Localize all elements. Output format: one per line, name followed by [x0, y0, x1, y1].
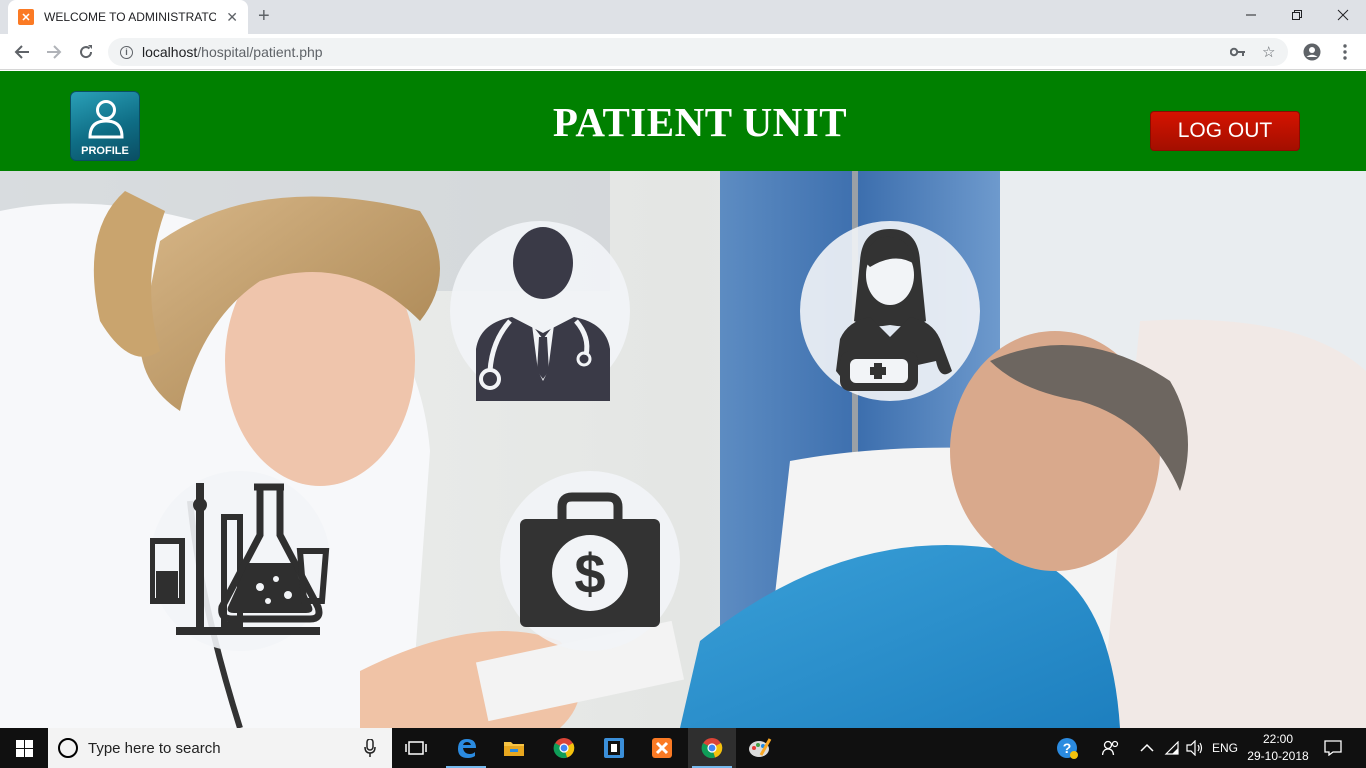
url-path: /hospital/patient.php [197, 44, 323, 60]
browser-toolbar: i localhost/hospital/patient.php ☆ [0, 34, 1366, 70]
search-placeholder: Type here to search [88, 739, 221, 757]
svg-text:$: $ [574, 542, 605, 605]
browser-tab[interactable]: ✕ WELCOME TO ADMINISTRATOR U ✕ [8, 0, 248, 34]
people-icon[interactable] [1102, 728, 1120, 768]
paint-icon[interactable] [736, 728, 784, 768]
account-icon[interactable] [1300, 40, 1324, 64]
taskbar-clock[interactable]: 22:00 29-10-2018 [1244, 731, 1312, 765]
chrome-active-icon[interactable] [688, 728, 736, 768]
url-host: localhost [142, 44, 198, 60]
edge-icon[interactable] [442, 728, 490, 768]
tray-overflow-chevron-icon[interactable] [1140, 728, 1154, 768]
close-window-icon[interactable] [1320, 0, 1366, 30]
reload-icon[interactable] [74, 40, 98, 64]
network-icon[interactable] [1164, 728, 1180, 768]
chrome-icon[interactable] [540, 728, 588, 768]
billing-icon: $ [520, 492, 660, 627]
address-bar[interactable]: i localhost/hospital/patient.php ☆ [108, 38, 1288, 66]
restore-icon[interactable] [1274, 0, 1320, 30]
help-icon[interactable]: ? [1056, 728, 1078, 768]
key-icon[interactable] [1230, 38, 1246, 66]
nurse-icon [836, 229, 952, 391]
page-header: PROFILE PATIENT UNIT LOG OUT [0, 71, 1366, 171]
bookmark-star-icon[interactable]: ☆ [1262, 38, 1275, 66]
new-tab-icon[interactable]: + [258, 5, 270, 28]
cortana-icon [58, 738, 78, 758]
volume-icon[interactable] [1186, 728, 1204, 768]
xampp-icon[interactable] [638, 728, 686, 768]
taskbar-search-input[interactable]: Type here to search [48, 728, 392, 768]
task-view-icon[interactable] [392, 728, 440, 768]
laboratory-tile[interactable] [150, 471, 330, 651]
laboratory-icon [150, 483, 330, 635]
svg-text:?: ? [1063, 740, 1072, 756]
doctor-tile[interactable] [450, 221, 630, 401]
clock-time: 22:00 [1262, 732, 1294, 746]
hero-background-image: $ [0, 171, 1366, 728]
windows-start-icon[interactable] [0, 728, 48, 768]
file-explorer-icon[interactable] [490, 728, 538, 768]
nurse-tile[interactable] [800, 221, 980, 401]
doctor-icon [476, 227, 610, 401]
tab-close-icon[interactable]: ✕ [226, 9, 238, 26]
clock-date: 29-10-2018 [1247, 749, 1309, 763]
profile-label: PROFILE [81, 145, 129, 157]
back-icon[interactable] [10, 40, 34, 64]
info-icon[interactable]: i [120, 45, 133, 59]
xampp-favicon-icon: ✕ [18, 9, 34, 25]
microphone-icon[interactable] [364, 738, 376, 762]
browser-tabbar: ✕ WELCOME TO ADMINISTRATOR U ✕ + [0, 0, 1366, 34]
minimize-icon[interactable] [1228, 0, 1274, 30]
forward-icon[interactable] [42, 40, 66, 64]
app-window-icon[interactable] [590, 728, 638, 768]
tab-title: WELCOME TO ADMINISTRATOR U [44, 10, 216, 24]
menu-dots-icon[interactable] [1333, 40, 1357, 64]
logout-button[interactable]: LOG OUT [1150, 111, 1300, 151]
notifications-icon[interactable] [1324, 728, 1342, 768]
windows-taskbar: Type here to search ? ENG 22:00 29-10-20… [0, 728, 1366, 768]
billing-tile[interactable]: $ [500, 471, 680, 651]
language-indicator[interactable]: ENG [1212, 728, 1238, 768]
